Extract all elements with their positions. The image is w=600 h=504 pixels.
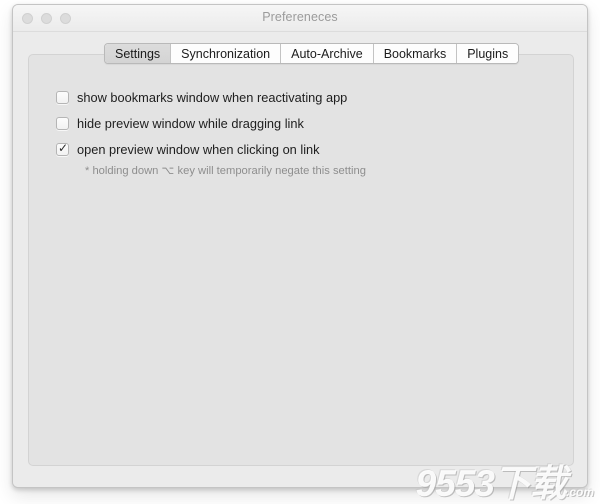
tab-settings[interactable]: Settings bbox=[105, 44, 172, 63]
window-titlebar: Prefereneces bbox=[13, 5, 587, 32]
option-row-open-preview[interactable]: ✓ open preview window when clicking on l… bbox=[56, 140, 366, 157]
option-label-hide-preview: hide preview window while dragging link bbox=[77, 115, 304, 131]
checkbox-show-bookmarks[interactable] bbox=[56, 90, 69, 104]
option-hint-text: * holding down ⌥ key will temporarily ne… bbox=[85, 165, 366, 177]
option-row-show-bookmarks[interactable]: show bookmarks window when reactivating … bbox=[56, 89, 366, 105]
preferences-window: Prefereneces show bookmarks window when … bbox=[12, 4, 588, 488]
option-row-hide-preview[interactable]: hide preview window while dragging link bbox=[56, 115, 366, 131]
tab-auto-archive[interactable]: Auto-Archive bbox=[281, 44, 374, 63]
checkbox-open-preview[interactable]: ✓ bbox=[56, 140, 69, 156]
checkbox-hide-preview[interactable] bbox=[56, 116, 69, 130]
options-list: show bookmarks window when reactivating … bbox=[56, 90, 366, 177]
tab-bookmarks[interactable]: Bookmarks bbox=[373, 44, 458, 63]
tab-synchronization[interactable]: Synchronization bbox=[171, 44, 282, 63]
window-body: show bookmarks window when reactivating … bbox=[13, 32, 587, 487]
option-label-show-bookmarks: show bookmarks window when reactivating … bbox=[77, 89, 348, 105]
settings-content-panel: show bookmarks window when reactivating … bbox=[28, 54, 574, 466]
option-label-open-preview: open preview window when clicking on lin… bbox=[77, 141, 320, 157]
preferences-tabbar: Settings Synchronization Auto-Archive Bo… bbox=[104, 43, 520, 64]
checkmark-icon: ✓ bbox=[58, 140, 69, 155]
window-title: Prefereneces bbox=[262, 10, 338, 24]
tab-plugins[interactable]: Plugins bbox=[457, 44, 519, 63]
